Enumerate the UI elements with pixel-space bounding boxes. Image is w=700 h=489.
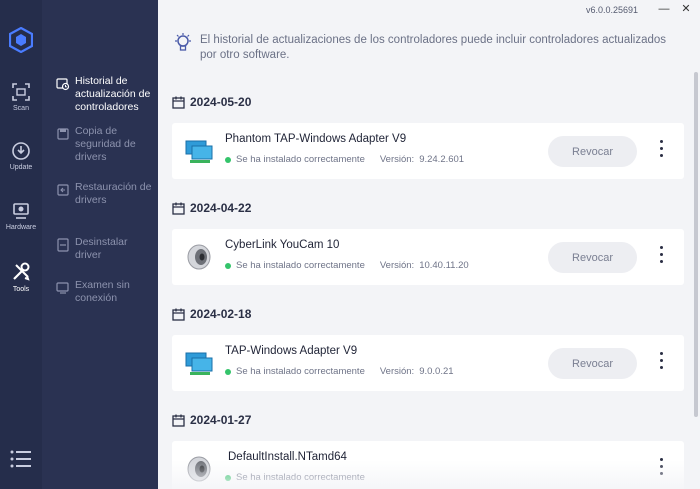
- lightbulb-icon: [175, 33, 191, 51]
- status-text: Se ha instalado correctamente: [236, 366, 365, 377]
- icon-rail: Scan Update Hardware Tools: [0, 0, 42, 489]
- date-header: 2024-05-20: [172, 95, 251, 109]
- driver-name: CyberLink YouCam 10: [225, 239, 340, 251]
- history-notice: El historial de actualizaciones de los c…: [174, 33, 674, 63]
- success-dot-icon: [225, 368, 231, 375]
- success-dot-icon: [225, 474, 231, 481]
- rail-item-scan[interactable]: Scan: [0, 82, 42, 112]
- success-dot-icon: [225, 156, 231, 163]
- driver-card: TAP-Windows Adapter V9 Se ha instalado c…: [172, 335, 684, 391]
- status-text: Se ha instalado correctamente: [236, 154, 365, 165]
- offline-scan-icon: [56, 282, 69, 294]
- menu-list-icon[interactable]: [10, 450, 32, 468]
- success-dot-icon: [225, 262, 231, 269]
- tools-icon: [13, 262, 30, 281]
- date-label: 2024-05-20: [190, 95, 252, 109]
- driver-version: 10.40.11.20: [419, 260, 469, 271]
- calendar-icon: [172, 96, 185, 109]
- minimize-button[interactable]: —: [652, 0, 676, 18]
- revoke-button[interactable]: Revocar: [548, 136, 637, 167]
- network-adapter-icon: [185, 140, 213, 163]
- network-adapter-icon: [185, 352, 213, 375]
- more-options-icon[interactable]: [654, 137, 668, 165]
- scan-icon: [12, 83, 30, 101]
- more-options-icon[interactable]: [654, 349, 668, 377]
- notice-text: El historial de actualizaciones de los c…: [200, 34, 667, 61]
- history-icon: [56, 78, 70, 91]
- date-header: 2024-01-27: [172, 413, 251, 427]
- driver-card: CyberLink YouCam 10 Se ha instalado corr…: [172, 229, 684, 285]
- version-label: Versión:: [379, 366, 415, 377]
- driver-name: Phantom TAP-Windows Adapter V9: [225, 133, 407, 145]
- driver-name: DefaultInstall.NTamd64: [228, 451, 347, 463]
- tools-submenu: Historial de actualización de controlado…: [42, 0, 158, 489]
- version-label: Versión:: [379, 154, 415, 165]
- rail-item-hardware[interactable]: Hardware: [0, 201, 42, 231]
- revoke-button[interactable]: Revocar: [548, 242, 637, 273]
- date-header: 2024-02-18: [172, 307, 251, 321]
- calendar-icon: [172, 414, 185, 427]
- date-label: 2024-01-27: [190, 413, 252, 427]
- speaker-icon: [187, 456, 211, 482]
- subnav-label-uninstall: Desinstalar driver: [75, 236, 128, 261]
- more-options-icon[interactable]: [654, 455, 668, 483]
- rail-label-tools: Tools: [12, 286, 30, 293]
- driver-name: TAP-Windows Adapter V9: [225, 345, 358, 357]
- backup-icon: [57, 128, 69, 140]
- driver-card: DefaultInstall.NTamd64 Se ha instalado c…: [172, 441, 684, 489]
- driver-version: 9.24.2.601: [419, 154, 465, 165]
- driver-version: 9.0.0.21: [419, 366, 454, 377]
- calendar-icon: [172, 202, 185, 215]
- subnav-label-backup: Copia de seguridad de drivers: [75, 125, 136, 163]
- subnav-label-history: Historial de actualización de controlado…: [75, 75, 151, 113]
- revoke-button[interactable]: Revocar: [548, 348, 637, 379]
- driver-card: Phantom TAP-Windows Adapter V9 Se ha ins…: [172, 123, 684, 179]
- driver-status: Se ha instalado correctamente Versión: 9…: [225, 366, 454, 377]
- calendar-icon: [172, 308, 185, 321]
- rail-label-scan: Scan: [13, 105, 29, 112]
- subnav-item-history[interactable]: Historial de actualización de controlado…: [56, 75, 156, 114]
- subnav-item-backup[interactable]: Copia de seguridad de drivers: [56, 125, 156, 164]
- version-label: Versión:: [379, 260, 415, 271]
- more-options-icon[interactable]: [654, 243, 668, 271]
- restore-icon: [57, 184, 69, 196]
- subnav-item-restore[interactable]: Restauración de drivers: [56, 181, 156, 207]
- hardware-icon: [13, 203, 29, 219]
- scrollbar[interactable]: [694, 72, 698, 417]
- close-button[interactable]: ✕: [674, 0, 698, 18]
- rail-item-tools[interactable]: Tools: [0, 261, 42, 293]
- driver-status: Se ha instalado correctamente: [225, 472, 365, 483]
- subnav-item-offline-scan[interactable]: Examen sin conexión: [56, 279, 156, 305]
- driver-status: Se ha instalado correctamente Versión: 9…: [225, 154, 464, 165]
- date-label: 2024-04-22: [190, 201, 252, 215]
- uninstall-icon: [57, 238, 69, 252]
- date-header: 2024-04-22: [172, 201, 251, 215]
- main-content: v6.0.0.25691 — ✕ El historial de actuali…: [158, 0, 700, 489]
- subnav-label-offline-scan: Examen sin conexión: [75, 279, 130, 304]
- status-text: Se ha instalado correctamente: [236, 472, 365, 483]
- subnav-label-restore: Restauración de drivers: [75, 181, 152, 206]
- driver-status: Se ha instalado correctamente Versión: 1…: [225, 260, 469, 271]
- status-text: Se ha instalado correctamente: [236, 260, 365, 271]
- rail-item-update[interactable]: Update: [0, 141, 42, 171]
- rail-label-hardware: Hardware: [5, 224, 37, 231]
- speaker-icon: [187, 244, 211, 270]
- app-version: v6.0.0.25691: [585, 5, 638, 15]
- update-icon: [12, 142, 30, 160]
- rail-label-update: Update: [9, 164, 33, 171]
- date-label: 2024-02-18: [190, 307, 252, 321]
- app-logo-icon: [9, 27, 33, 53]
- subnav-item-uninstall[interactable]: Desinstalar driver: [56, 236, 156, 262]
